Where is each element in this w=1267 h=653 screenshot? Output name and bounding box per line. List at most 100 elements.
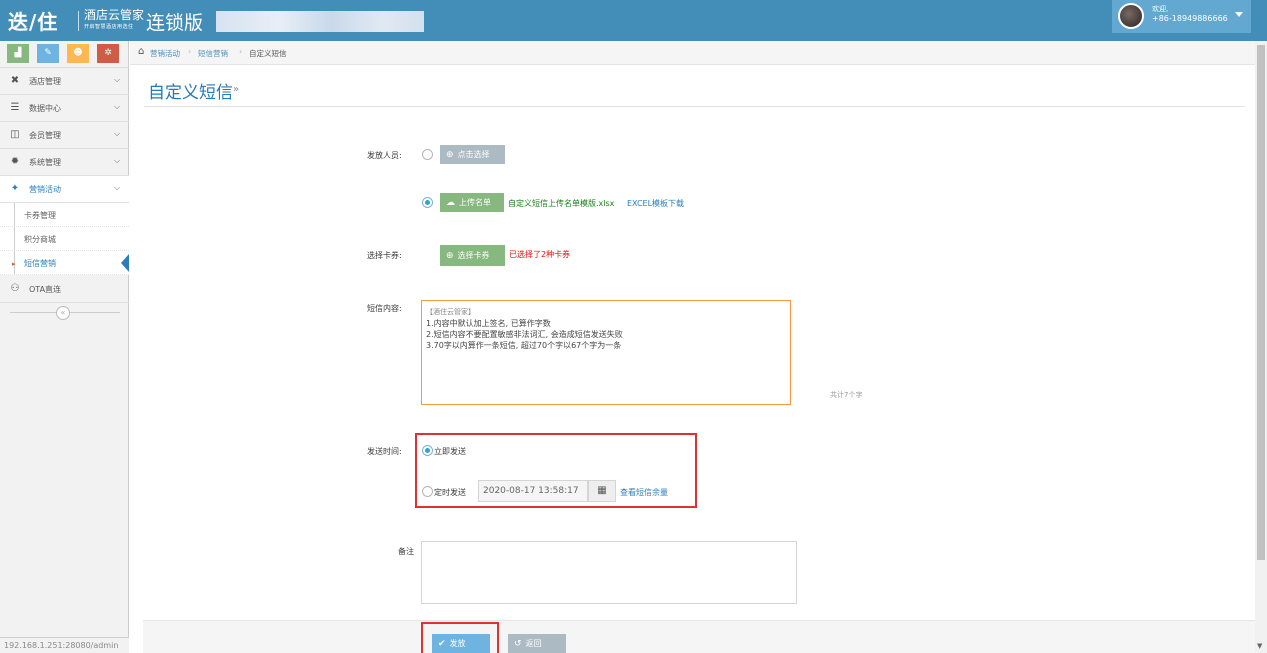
- brand-slogan: 开启智慧酒店用选住: [84, 24, 134, 30]
- sms-line: 1.内容中默认加上签名, 已算作字数: [426, 319, 551, 328]
- breadcrumb-current: 自定义短信: [249, 49, 287, 58]
- cloud-upload-icon: ☁: [446, 198, 455, 208]
- excel-template-link[interactable]: EXCEL模板下载: [627, 198, 684, 209]
- users-icon[interactable]: ☻: [67, 44, 89, 63]
- back-button[interactable]: ↺ 返回: [508, 634, 566, 653]
- recipients-upload-radio[interactable]: [422, 197, 433, 208]
- vip-card-icon: ◫: [10, 129, 20, 140]
- double-angle-right-icon: »: [233, 84, 240, 95]
- user-avatar: [1118, 3, 1144, 29]
- send-button[interactable]: ✔ 发放: [432, 634, 490, 653]
- logo-separator: [78, 11, 79, 31]
- sidebar-item-label: 数据中心: [29, 104, 61, 113]
- calendar-icon[interactable]: ▦: [588, 480, 616, 502]
- select-recipients-label: 点击选择: [457, 150, 490, 159]
- cogs-icon[interactable]: ✲: [97, 44, 119, 63]
- sidebar-subitem-label: 积分商城: [24, 235, 56, 244]
- sidebar-item-hotel[interactable]: ✖ 酒店管理 ⌵: [0, 68, 129, 95]
- brand-logo[interactable]: 迭/住: [8, 6, 58, 35]
- breadcrumb: ⌂ 营销活动 › 短信营销 › 自定义短信: [130, 41, 1255, 65]
- pencil-icon[interactable]: ✎: [37, 44, 59, 63]
- recipients-select-radio[interactable]: [422, 149, 433, 160]
- cog-icon: ✹: [10, 156, 20, 167]
- edition-title: 连锁版: [146, 12, 204, 34]
- breadcrumb-separator: ›: [188, 47, 192, 56]
- sidebar-subitem-sms-marketing[interactable]: ▸ 短信营销: [0, 251, 129, 275]
- handshake-icon: ⚇: [10, 283, 20, 294]
- scheduled-datetime-input[interactable]: 2020-08-17 13:58:17: [478, 480, 588, 502]
- send-button-label: 发放: [449, 639, 466, 648]
- page-title: 自定义短信: [148, 83, 233, 103]
- select-coupon-label: 选择卡券: [457, 251, 490, 260]
- breadcrumb-link-marketing[interactable]: 营销活动: [150, 48, 180, 59]
- sidebar: ▟ ✎ ☻ ✲ ✖ 酒店管理 ⌵ ☰ 数据中心 ⌵ ◫ 会员管理 ⌵ ✹ 系统管…: [0, 41, 129, 653]
- back-button-label: 返回: [525, 639, 542, 648]
- sidebar-collapse: «: [0, 303, 129, 323]
- cutlery-icon: ✖: [10, 75, 20, 86]
- redacted-hotel-name: [216, 11, 424, 32]
- sidebar-item-label: OTA直连: [29, 285, 62, 294]
- chevron-down-icon: ⌵: [114, 129, 121, 138]
- tree-line: [14, 203, 15, 226]
- sidebar-subitem-label: 短信营销: [24, 259, 56, 268]
- send-scheduled-radio[interactable]: [422, 486, 433, 497]
- chevron-down-icon: ⌵: [114, 156, 121, 165]
- scrollbar-thumb[interactable]: [1257, 45, 1265, 560]
- sidebar-item-label: 系统管理: [29, 158, 61, 167]
- send-now-radio[interactable]: [422, 445, 433, 456]
- select-recipients-button[interactable]: ⊕ 点击选择: [440, 145, 505, 164]
- sidebar-subitem-label: 卡券管理: [24, 211, 56, 220]
- top-navbar: 迭/住 酒店云管家 开启智慧酒店用选住 连锁版 欢迎, +86-18949886…: [0, 0, 1267, 41]
- scroll-down-icon[interactable]: ▼: [1257, 642, 1262, 650]
- caret-down-icon: [1235, 12, 1243, 17]
- sidebar-item-label: 酒店管理: [29, 77, 61, 86]
- sidebar-item-system[interactable]: ✹ 系统管理 ⌵: [0, 149, 129, 176]
- sidebar-item-ota[interactable]: ⚇ OTA直连: [0, 276, 129, 303]
- sms-content-label: 短信内容:: [367, 304, 402, 313]
- database-icon: ☰: [10, 102, 20, 113]
- coupon-selected-text: 已选择了2种卡券: [509, 250, 571, 259]
- breadcrumb-separator: ›: [239, 47, 243, 56]
- sidebar-item-label: 会员管理: [29, 131, 61, 140]
- home-icon[interactable]: ⌂: [138, 46, 144, 57]
- sidebar-item-members[interactable]: ◫ 会员管理 ⌵: [0, 122, 129, 149]
- plus-circle-icon: ⊕: [446, 251, 454, 261]
- breadcrumb-link-sms[interactable]: 短信营销: [198, 48, 228, 59]
- sidebar-item-label: 营销活动: [29, 185, 61, 194]
- sms-signature: 【酒住云管家】: [426, 308, 475, 316]
- chevron-down-icon: ⌵: [114, 183, 121, 192]
- sidebar-shortcuts: ▟ ✎ ☻ ✲: [0, 41, 129, 68]
- send-scheduled-label: 定时发送: [434, 488, 466, 497]
- caret-right-icon: ▸: [12, 260, 16, 268]
- gift-icon: ✦: [10, 183, 20, 194]
- plus-circle-icon: ⊕: [446, 150, 454, 160]
- upload-list-button[interactable]: ☁ 上传名单: [440, 193, 504, 212]
- form-actions-bar: [143, 620, 1255, 653]
- brand-name: 酒店云管家: [84, 8, 145, 22]
- active-pointer: [121, 254, 129, 272]
- send-now-label: 立即发送: [434, 447, 466, 456]
- sidebar-item-data[interactable]: ☰ 数据中心 ⌵: [0, 95, 129, 122]
- uploaded-file-name: 自定义短信上传名单模版.xlsx: [508, 199, 615, 208]
- sms-line: 3.70字以内算作一条短信, 超过70个字以67个字为一条: [426, 341, 622, 350]
- user-menu[interactable]: 欢迎, +86-18949886666: [1112, 0, 1251, 33]
- select-coupon-button[interactable]: ⊕ 选择卡券: [440, 245, 505, 266]
- user-phone: +86-18949886666: [1152, 14, 1228, 23]
- page-divider: [144, 106, 1245, 107]
- tree-line: [14, 227, 15, 250]
- sms-content-textarea[interactable]: 【酒住云管家】 1.内容中默认加上签名, 已算作字数 2.短信内容不要配置敏感非…: [421, 300, 791, 405]
- sidebar-item-marketing[interactable]: ✦ 营销活动 ⌵: [0, 176, 129, 203]
- double-chevron-left-icon[interactable]: «: [56, 306, 70, 320]
- coupon-label: 选择卡券:: [367, 251, 402, 260]
- chevron-down-icon: ⌵: [114, 102, 121, 111]
- check-icon: ✔: [438, 639, 446, 649]
- signal-icon[interactable]: ▟: [7, 44, 29, 63]
- remark-textarea[interactable]: [421, 541, 797, 604]
- sidebar-subitem-points-mall[interactable]: 积分商城: [0, 227, 129, 251]
- sidebar-subitem-coupons[interactable]: 卡券管理: [0, 203, 129, 227]
- chevron-down-icon: ⌵: [114, 75, 121, 84]
- upload-list-label: 上传名单: [459, 198, 491, 207]
- status-url: 192.168.1.251:28080/admin: [0, 637, 129, 653]
- recipients-label: 发放人员:: [367, 151, 402, 160]
- check-sms-balance-link[interactable]: 查看短信余量: [620, 487, 668, 498]
